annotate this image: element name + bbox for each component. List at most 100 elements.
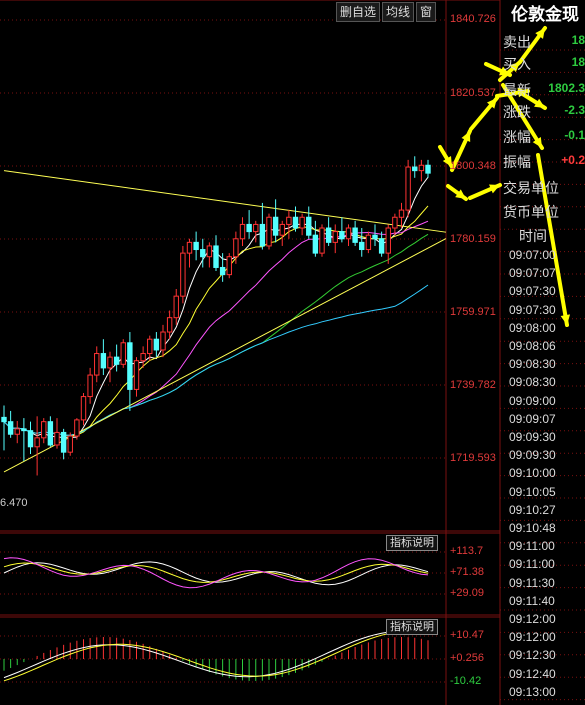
quote-value: -2.3 [564, 103, 585, 117]
quote-value: +0.2 [561, 153, 585, 167]
candle-body [259, 223, 266, 247]
quote-row: 涨跌 -2.3 [503, 100, 585, 122]
resistance-trendline [3, 170, 447, 233]
indicator-help-button[interactable]: 指标说明 [386, 535, 438, 551]
candle-body [279, 223, 285, 236]
trade-time: 09:13:00 [509, 684, 556, 699]
quote-label: 振幅 [503, 155, 531, 171]
quote-value: 18 [571, 55, 585, 69]
indicator1-tick: +113.7 [450, 545, 484, 557]
time-column-header: 时间 [519, 229, 547, 245]
candle-body [34, 437, 40, 448]
quote-row: 买入 18 [503, 52, 585, 74]
candle-body [41, 421, 47, 439]
candle-body [113, 356, 120, 365]
quote-row: 交易单位 [503, 176, 585, 198]
candle-body [306, 216, 312, 236]
remove-watchlist-button[interactable]: 删自选 [336, 2, 381, 22]
candle-body [299, 216, 305, 229]
candle-body [372, 234, 378, 240]
candle-body [233, 238, 239, 258]
window-button[interactable]: 窗 [416, 2, 437, 22]
candle-body [21, 428, 27, 432]
candle-body [133, 360, 140, 390]
price-tick-label: 1840.726 [450, 13, 496, 25]
candle-body [60, 431, 67, 453]
price-tick-label: 1800.348 [450, 160, 496, 172]
trade-time: 09:11:00 [509, 557, 555, 572]
candle-body [319, 227, 325, 254]
candle-body [398, 209, 405, 218]
quote-label: 买入 [503, 57, 531, 73]
trade-time: 09:09:07 [509, 411, 556, 426]
candle-body [1, 416, 7, 423]
candle-body [147, 338, 153, 355]
trade-time: 09:07:07 [509, 266, 556, 281]
quote-label: 最新 [503, 83, 531, 99]
trade-time: 09:08:30 [509, 375, 556, 390]
candle-body [378, 238, 385, 254]
candle-body [140, 353, 146, 362]
candle-body [325, 227, 332, 243]
candle-body [266, 216, 272, 247]
candle-body [365, 234, 372, 251]
trade-time: 09:08:30 [509, 357, 556, 372]
trade-time: 09:11:00 [509, 539, 555, 554]
candle-body [292, 216, 299, 229]
indicator2-tick: +10.47 [450, 629, 484, 641]
quote-row: 货币单位 [503, 200, 585, 222]
candle-body [7, 421, 14, 435]
candle-body [206, 245, 213, 258]
candle-body [120, 342, 126, 365]
candle-body [173, 295, 179, 319]
candle-body [312, 234, 319, 254]
candle-body [226, 256, 232, 276]
candle-body [412, 166, 418, 172]
quote-label: 涨幅 [503, 130, 531, 146]
trade-time: 09:12:00 [509, 630, 556, 645]
quote-label: 交易单位 [503, 181, 559, 197]
candle-body [160, 331, 166, 351]
price-tick-label: 1719.593 [450, 452, 496, 464]
lowest-price-label: 6.470 [0, 497, 28, 509]
candle-body [153, 338, 160, 351]
candle-body [14, 428, 20, 435]
quote-label: 卖出 [503, 35, 531, 51]
trade-time: 09:07:30 [509, 302, 556, 317]
trade-time: 09:08:06 [509, 339, 556, 353]
quote-value: 1802.3 [548, 81, 585, 95]
candle-body [239, 223, 246, 240]
quote-row: 卖出 18 [503, 30, 585, 52]
quote-row: 最新 1802.3 [503, 78, 585, 100]
trade-time: 09:10:27 [509, 502, 556, 517]
indicator2-tick: +0.256 [450, 652, 484, 664]
trade-time: 09:10:48 [509, 521, 556, 535]
candle-body [213, 245, 219, 268]
candle-body [94, 353, 100, 376]
candle-body [54, 431, 60, 446]
candle-body [80, 396, 87, 421]
candle-body [425, 164, 431, 174]
candle-body [219, 266, 226, 276]
candle-body [67, 435, 73, 453]
candle-body [385, 227, 391, 254]
indicator-help-button[interactable]: 指标说明 [386, 619, 438, 635]
candle-body [47, 421, 54, 446]
trade-time: 09:12:30 [509, 648, 556, 663]
candle-body [253, 223, 259, 233]
trade-time: 09:09:30 [509, 430, 556, 444]
trade-time: 09:10:05 [509, 484, 556, 499]
candle-body [339, 231, 345, 240]
indicator1-tick: +29.09 [450, 587, 484, 599]
trade-time: 09:07:30 [509, 284, 556, 299]
trade-time: 09:07:00 [509, 248, 556, 262]
price-tick-label: 1780.159 [450, 233, 496, 245]
quote-value: 18 [571, 33, 585, 47]
trade-time: 09:09:00 [509, 393, 556, 408]
chart-toolbar: 删自选 均线 窗 [336, 2, 438, 22]
moving-average-button[interactable]: 均线 [382, 2, 415, 22]
candle-body [200, 249, 206, 258]
trade-time: 09:09:30 [509, 448, 556, 463]
candle-body [193, 241, 199, 251]
trade-time: 09:10:00 [509, 466, 556, 481]
